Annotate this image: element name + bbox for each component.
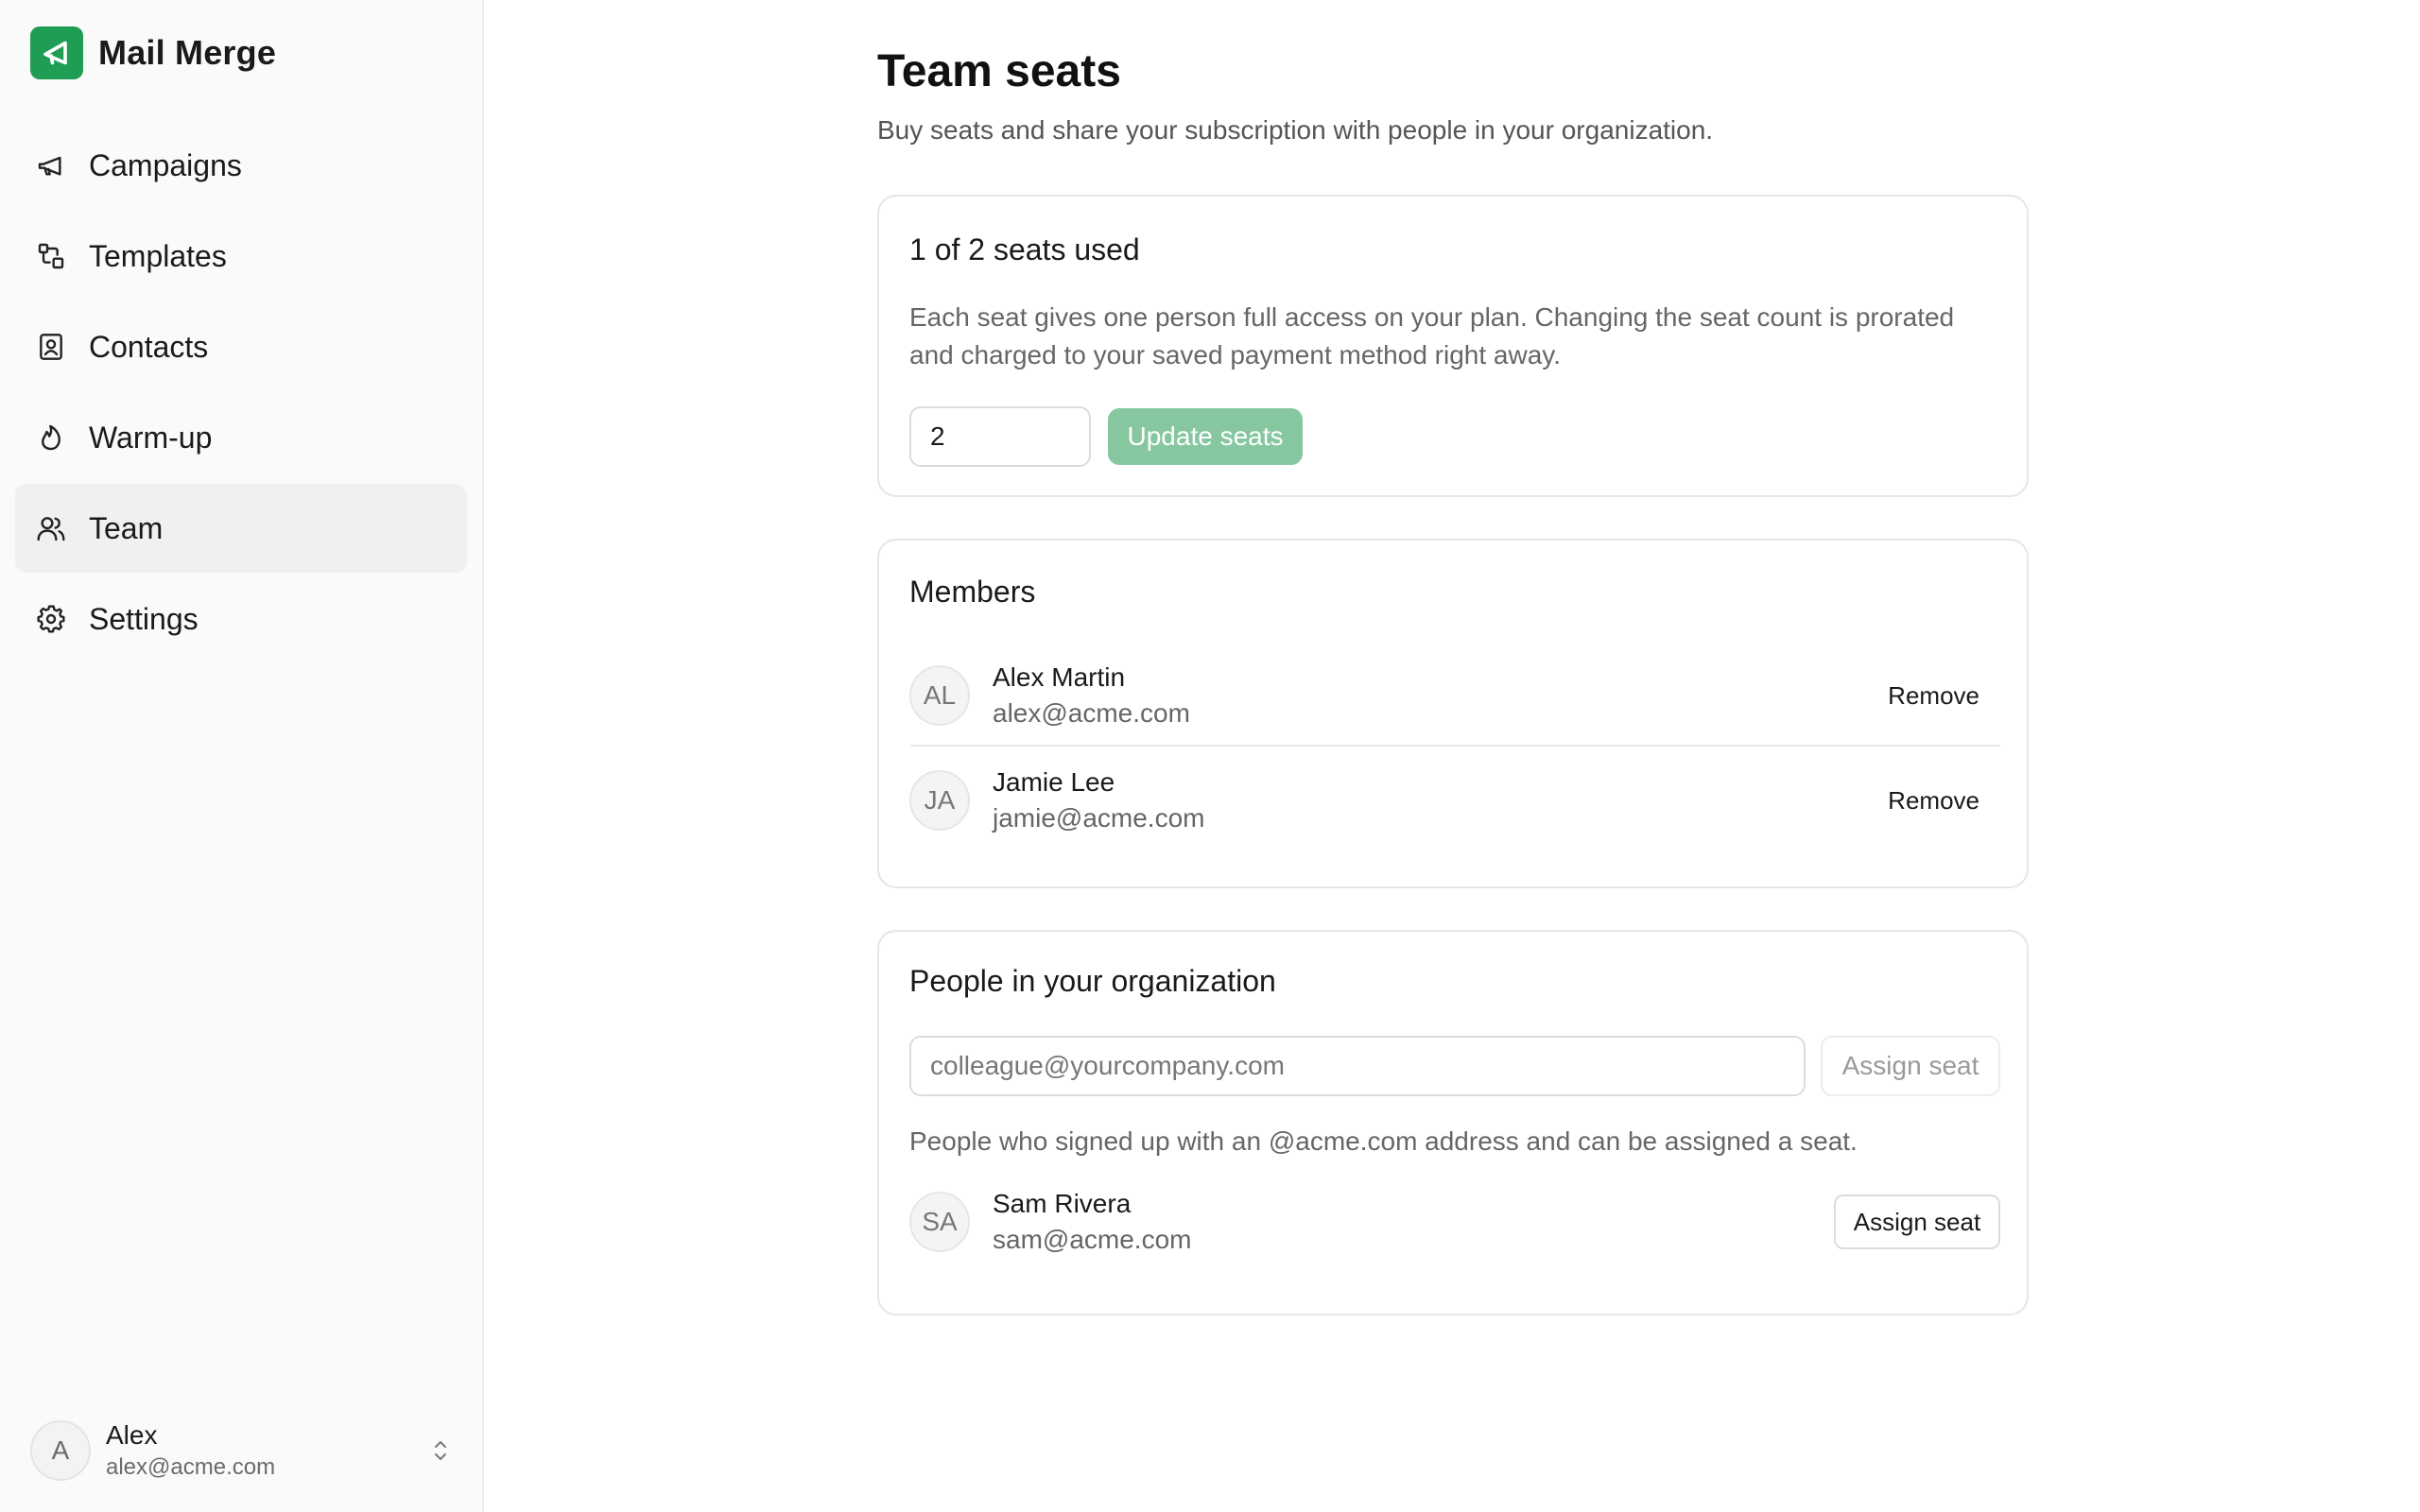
sidebar-nav: Campaigns Templates Contacts Warm-up Tea… [15, 121, 467, 665]
list-item: SA Sam Rivera sam@acme.com Assign seat [909, 1179, 2000, 1264]
sidebar-item-label: Contacts [89, 329, 209, 364]
sidebar-item-campaigns[interactable]: Campaigns [15, 121, 467, 210]
account-email: alex@acme.com [106, 1454, 276, 1480]
sidebar-item-templates[interactable]: Templates [15, 212, 467, 301]
seats-usage-title: 1 of 2 seats used [909, 232, 1140, 266]
colleague-email-input[interactable] [909, 1036, 1806, 1096]
seat-count-input[interactable] [909, 406, 1091, 467]
page-title: Team seats [877, 46, 1121, 96]
member-info: Alex Martin alex@acme.com [993, 662, 1867, 729]
sidebar-item-label: Team [89, 510, 164, 545]
members-card: Members AL Alex Martin alex@acme.com Rem… [877, 539, 2029, 888]
sidebar-item-label: Templates [89, 238, 227, 273]
avatar: AL [909, 665, 970, 726]
app-name: Mail Merge [98, 33, 277, 72]
contact-book-icon [32, 328, 70, 366]
organization-card: People in your organization Assign seat … [877, 930, 2029, 1315]
flame-icon [32, 419, 70, 456]
remove-member-button[interactable]: Remove [1867, 672, 2000, 720]
update-seats-button[interactable]: Update seats [1108, 408, 1303, 465]
sidebar-item-warm-up[interactable]: Warm-up [15, 393, 467, 482]
seats-card: 1 of 2 seats used Each seat gives one pe… [877, 195, 2029, 497]
organization-title: People in your organization [909, 964, 1276, 998]
member-email: alex@acme.com [993, 698, 1190, 728]
member-name: Jamie Lee [993, 767, 1115, 797]
gear-icon [32, 600, 70, 638]
page-subtitle: Buy seats and share your subscription wi… [877, 115, 1714, 145]
avatar: A [30, 1420, 91, 1481]
sidebar-item-settings[interactable]: Settings [15, 575, 467, 663]
assign-seat-person-button[interactable]: Assign seat [1834, 1194, 2000, 1249]
account-switcher[interactable]: A Alex alex@acme.com [30, 1419, 456, 1482]
member-info: Jamie Lee jamie@acme.com [993, 767, 1867, 833]
sidebar: Mail Merge Campaigns Templates Contacts … [0, 0, 484, 1512]
seats-description: Each seat gives one person full access o… [909, 302, 1955, 369]
sidebar-item-contacts[interactable]: Contacts [15, 302, 467, 391]
account-info: Alex alex@acme.com [106, 1420, 425, 1481]
sidebar-item-label: Settings [89, 601, 199, 636]
chevron-up-down-icon[interactable] [425, 1435, 456, 1466]
account-name: Alex [106, 1420, 158, 1450]
sidebar-item-label: Warm-up [89, 420, 213, 455]
person-name: Sam Rivera [993, 1189, 1132, 1218]
megaphone-logo-icon [30, 26, 83, 79]
member-email: jamie@acme.com [993, 803, 1205, 833]
person-email: sam@acme.com [993, 1225, 1192, 1254]
avatar: SA [909, 1192, 970, 1252]
member-name: Alex Martin [993, 662, 1126, 692]
sidebar-item-label: Campaigns [89, 147, 242, 182]
list-item: AL Alex Martin alex@acme.com Remove [909, 646, 2000, 747]
avatar: JA [909, 770, 970, 831]
members-title: Members [909, 575, 1036, 609]
shapes-icon [32, 237, 70, 275]
users-icon [32, 509, 70, 547]
brand[interactable]: Mail Merge [30, 26, 276, 79]
organization-note: People who signed up with an @acme.com a… [909, 1126, 1858, 1156]
assign-seat-button[interactable]: Assign seat [1821, 1036, 2000, 1096]
megaphone-icon [32, 146, 70, 184]
remove-member-button[interactable]: Remove [1867, 777, 2000, 825]
sidebar-item-team[interactable]: Team [15, 484, 467, 573]
list-item: JA Jamie Lee jamie@acme.com Remove [909, 750, 2000, 850]
person-info: Sam Rivera sam@acme.com [993, 1189, 1834, 1255]
